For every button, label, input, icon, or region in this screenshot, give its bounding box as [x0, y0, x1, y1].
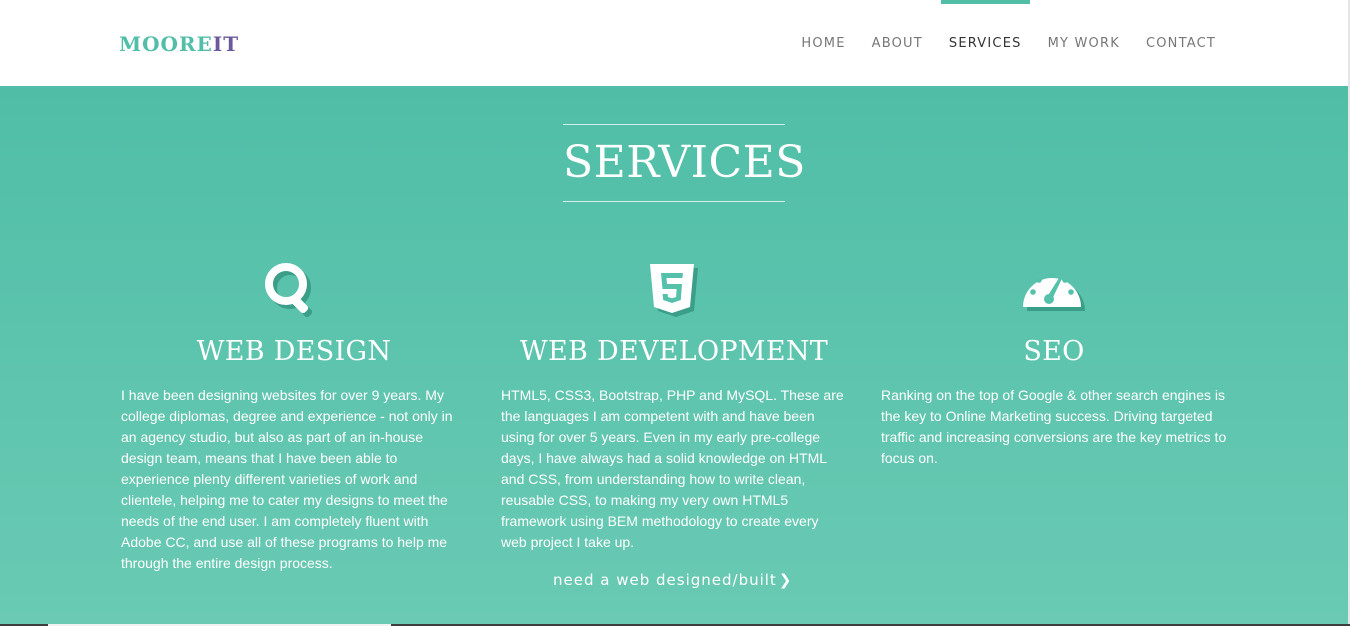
nav-home[interactable]: HOME: [801, 0, 845, 86]
service-text-web-design: I have been designing websites for over …: [121, 387, 453, 571]
dashboard-icon: [881, 261, 1227, 323]
service-title-web-development: WEB DEVELOPMENT: [519, 336, 829, 367]
main-nav: HOME ABOUT SERVICES MY WORK CONTACT: [775, 0, 1216, 86]
service-web-design: WEB DESIGN I have been designing website…: [121, 261, 467, 574]
search-icon: [121, 261, 467, 323]
service-web-development: WEB DEVELOPMENT HTML5, CSS3, Bootstrap, …: [501, 261, 847, 553]
section-title: SERVICES: [563, 124, 805, 202]
cta-label: need a web designed/built: [553, 571, 777, 589]
html5-icon: [501, 261, 847, 323]
nav-my-work[interactable]: MY WORK: [1048, 0, 1120, 86]
nav-services[interactable]: SERVICES: [940, 0, 1030, 86]
nav-contact[interactable]: CONTACT: [1146, 0, 1216, 86]
service-title-seo: SEO: [1023, 336, 1085, 367]
service-seo: SEO Ranking on the top of Google & other…: [881, 261, 1227, 469]
service-text-web-development: HTML5, CSS3, Bootstrap, PHP and MySQL. T…: [501, 387, 844, 550]
site-header: MOOREIT HOME ABOUT SERVICES MY WORK CONT…: [0, 0, 1350, 86]
logo-text-primary: MOORE: [119, 32, 213, 56]
logo-text-secondary: IT: [212, 32, 240, 56]
site-logo[interactable]: MOOREIT: [119, 32, 239, 56]
service-text-seo: Ranking on the top of Google & other sea…: [881, 387, 1227, 466]
services-section: SERVICES WEB DESIGN I have been designin…: [0, 86, 1350, 626]
nav-about[interactable]: ABOUT: [872, 0, 923, 86]
cta-link[interactable]: need a web designed/built ❯: [553, 571, 792, 589]
chevron-right-icon: ❯: [778, 571, 793, 589]
service-title-web-design: WEB DESIGN: [196, 336, 392, 367]
